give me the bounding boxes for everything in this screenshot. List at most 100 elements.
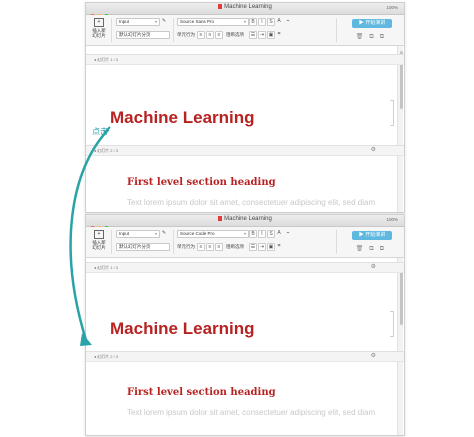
section-heading[interactable]: First level section heading [127, 387, 276, 398]
italic-button[interactable]: I [258, 230, 266, 238]
bold-button[interactable]: B [249, 18, 257, 26]
bold-button[interactable]: B [249, 230, 257, 238]
slide-label: ◂ 幻灯片 2 / 3 [94, 354, 119, 359]
add-slide-icon: + [94, 230, 104, 239]
toolbar-divider [173, 230, 174, 254]
text-color-button[interactable]: A [276, 230, 282, 236]
present-button[interactable]: ▶ 开始演讲 [352, 231, 392, 240]
layout-select-value: Input [119, 231, 130, 236]
slide-title-heading[interactable]: Machine Learning [110, 108, 255, 128]
layout-select-value: Input [119, 19, 130, 24]
chevron-down-icon: ▾ [243, 231, 246, 236]
toolbar-divider [111, 18, 112, 42]
toolbar-divider [173, 18, 174, 42]
document-icon [218, 4, 223, 9]
align-right-icon[interactable]: ≡ [215, 31, 223, 39]
font-sub-label: 单元行为 [177, 32, 195, 37]
align-left-icon[interactable]: ≡ [197, 243, 205, 251]
list-icon[interactable]: ☰ [249, 31, 257, 39]
toolbar: + 插入新 幻灯片 Input ▾ ✎ 默认幻灯片分页 Source Sans P… [86, 15, 404, 46]
toolbar: + 插入新 幻灯片 Input ▾ ✎ 默认幻灯片分页 Source Code P… [86, 227, 404, 258]
slide-label: ◂ 幻灯片 2 / 3 [94, 148, 119, 153]
title-bar: Machine Learning 100% [86, 215, 404, 231]
zoom-level[interactable]: 100% [386, 5, 398, 10]
font-select[interactable]: Source Code Pro ▾ [177, 230, 249, 238]
new-slide-label-2: 幻灯片 [92, 245, 106, 250]
present-label: 开始演讲 [365, 20, 386, 26]
align-right-icon[interactable]: ≡ [215, 243, 223, 251]
trash-icon[interactable]: 🗑 [356, 34, 370, 40]
slide-header-2: ◂ 幻灯片 2 / 3 ⚙ [86, 351, 404, 362]
duplicate-icon[interactable]: ⧉ [380, 34, 390, 40]
align-center-icon[interactable]: ≡ [206, 243, 214, 251]
window-title: Machine Learning [86, 4, 404, 10]
toolbar-divider [111, 230, 112, 254]
font-select[interactable]: Source Sans Pro ▾ [177, 18, 249, 26]
chevron-down-icon: ▾ [154, 231, 157, 236]
code-icon[interactable]: ⌗ [276, 31, 282, 37]
slide-label: ◂ 幻灯片 1 / 3 [94, 57, 119, 62]
copy-icon[interactable]: ⧉ [369, 34, 379, 40]
window-title-text: Machine Learning [224, 216, 272, 222]
link-icon[interactable]: ⌁ [285, 18, 291, 24]
add-slide-icon: + [94, 18, 104, 27]
new-slide-button[interactable]: + 插入新 幻灯片 [90, 18, 108, 38]
layout-sub-value: 默认幻灯片分页 [119, 244, 151, 249]
body-text[interactable]: Text lorem ipsum dolor sit amet, consect… [127, 408, 375, 417]
body-text[interactable]: Text lorem ipsum dolor sit amet, consect… [127, 198, 375, 207]
new-slide-button[interactable]: + 插入新 幻灯片 [90, 230, 108, 250]
present-button[interactable]: ▶ 开始演讲 [352, 19, 392, 28]
paint-brush-icon[interactable]: ✎ [161, 18, 167, 24]
link-icon[interactable]: ⌁ [285, 230, 291, 236]
strike-button[interactable]: S [267, 18, 275, 26]
indent-icon[interactable]: ⇥ [258, 243, 266, 251]
slide-title-heading[interactable]: Machine Learning [110, 319, 255, 339]
strike-button[interactable]: S [267, 230, 275, 238]
align-left-icon[interactable]: ≡ [197, 31, 205, 39]
click-annotation-label: 点击 [92, 127, 108, 136]
toolbar-divider [336, 230, 337, 254]
font-sub-label-2: 阻断选项 [226, 32, 244, 37]
gear-icon[interactable]: ⚙ [371, 352, 376, 361]
layout-select[interactable]: Input ▾ [116, 18, 160, 26]
view-icons: 🗑⧉⧉ [356, 33, 390, 41]
font-sub-label: 单元行为 [177, 244, 195, 249]
align-center-icon[interactable]: ≡ [206, 31, 214, 39]
text-color-button[interactable]: A [276, 18, 282, 24]
slide-header-1: ◂ 幻灯片 1 / 3 [86, 54, 404, 65]
copy-icon[interactable]: ⧉ [369, 246, 379, 252]
new-slide-label-2: 幻灯片 [92, 33, 106, 38]
duplicate-icon[interactable]: ⧉ [380, 246, 390, 252]
paint-brush-icon[interactable]: ✎ [161, 230, 167, 236]
layout-sub-select[interactable]: 默认幻灯片分页 [116, 243, 170, 251]
gear-icon[interactable]: ⚙ [371, 146, 376, 155]
slide-margin-marker [390, 311, 394, 337]
image-icon[interactable]: ▣ [267, 243, 275, 251]
gear-icon[interactable]: ⚙ [371, 263, 376, 272]
present-label: 开始演讲 [365, 232, 386, 238]
section-heading[interactable]: First level section heading [127, 177, 276, 188]
slide-header-2: ◂ 幻灯片 2 / 3 ⚙ [86, 145, 404, 156]
editor-window-bottom: Machine Learning 100% + 插入新 幻灯片 Input ▾ ✎… [85, 214, 405, 436]
font-sub-label-2: 阻断选项 [226, 244, 244, 249]
trash-icon[interactable]: 🗑 [356, 246, 370, 252]
toolbar-divider [336, 18, 337, 42]
window-title: Machine Learning [86, 216, 404, 222]
layout-sub-select[interactable]: 默认幻灯片分页 [116, 31, 170, 39]
chevron-down-icon: ▾ [243, 19, 246, 24]
code-icon[interactable]: ⌗ [276, 243, 282, 249]
list-icon[interactable]: ☰ [249, 243, 257, 251]
zoom-level[interactable]: 100% [386, 217, 398, 222]
image-icon[interactable]: ▣ [267, 31, 275, 39]
slide-header-1: ◂ 幻灯片 1 / 3 ⚙ [86, 262, 404, 273]
indent-icon[interactable]: ⇥ [258, 31, 266, 39]
layout-sub-value: 默认幻灯片分页 [119, 32, 151, 37]
layout-select[interactable]: Input ▾ [116, 230, 160, 238]
slide-label: ◂ 幻灯片 1 / 3 [94, 265, 119, 270]
window-title-text: Machine Learning [224, 4, 272, 10]
title-bar: Machine Learning 100% [86, 3, 404, 19]
document-icon [218, 216, 223, 221]
italic-button[interactable]: I [258, 18, 266, 26]
font-select-value: Source Sans Pro [180, 19, 215, 24]
chevron-down-icon: ▾ [154, 19, 157, 24]
